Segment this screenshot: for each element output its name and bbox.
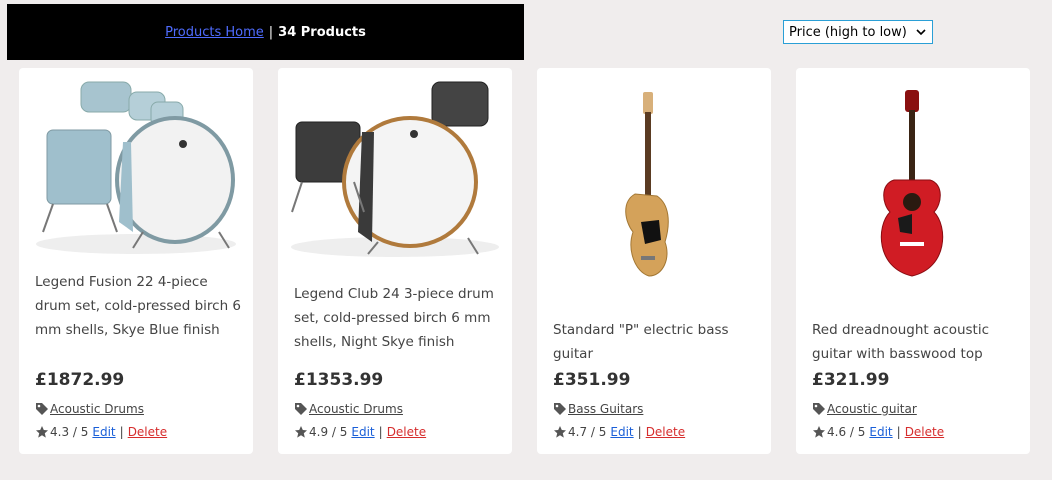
product-price: £1353.99 <box>294 370 384 390</box>
product-image-drum-kit-black[interactable] <box>282 72 508 264</box>
category-link[interactable]: Acoustic Drums <box>309 402 403 416</box>
star-icon <box>813 426 825 438</box>
product-rating-row: 4.6 / 5 Edit | Delete <box>812 425 944 439</box>
product-count: 34 Products <box>278 24 366 40</box>
product-rating-row: 4.3 / 5 Edit | Delete <box>35 425 167 439</box>
tag-icon <box>554 403 566 415</box>
product-category: Bass Guitars <box>553 402 643 416</box>
action-separator: | <box>119 425 124 439</box>
action-separator: | <box>896 425 901 439</box>
breadcrumb-separator: | <box>268 24 274 40</box>
category-link[interactable]: Acoustic Drums <box>50 402 144 416</box>
product-category: Acoustic Drums <box>35 402 144 416</box>
product-image-drum-kit-blue[interactable] <box>23 72 249 262</box>
rating-value: 4.7 / 5 <box>568 425 607 439</box>
delete-link[interactable]: Delete <box>387 425 426 439</box>
tag-icon <box>813 403 825 415</box>
product-category: Acoustic guitar <box>812 402 917 416</box>
product-price: £321.99 <box>812 370 890 390</box>
delete-link[interactable]: Delete <box>128 425 167 439</box>
products-home-link[interactable]: Products Home <box>165 25 264 40</box>
product-title[interactable]: Standard "P" electric bass guitar <box>553 318 759 366</box>
edit-link[interactable]: Edit <box>92 425 115 439</box>
chevron-down-icon <box>916 29 926 36</box>
product-rating-row: 4.9 / 5 Edit | Delete <box>294 425 426 439</box>
action-separator: | <box>637 425 642 439</box>
star-icon <box>295 426 307 438</box>
tag-icon <box>36 403 48 415</box>
product-price: £1872.99 <box>35 370 125 390</box>
sort-select[interactable]: Price (high to low) <box>783 20 933 44</box>
product-image-acoustic-guitar-red[interactable] <box>800 72 1026 292</box>
top-bar: Products Home | 34 Products <box>7 4 524 60</box>
product-image-bass-guitar[interactable] <box>541 72 767 292</box>
edit-link[interactable]: Edit <box>351 425 374 439</box>
product-category: Acoustic Drums <box>294 402 403 416</box>
category-link[interactable]: Bass Guitars <box>568 402 643 416</box>
rating-value: 4.3 / 5 <box>50 425 89 439</box>
star-icon <box>554 426 566 438</box>
star-icon <box>36 426 48 438</box>
tag-icon <box>295 403 307 415</box>
edit-link[interactable]: Edit <box>869 425 892 439</box>
rating-value: 4.9 / 5 <box>309 425 348 439</box>
delete-link[interactable]: Delete <box>905 425 944 439</box>
product-title[interactable]: Legend Fusion 22 4-piece drum set, cold-… <box>35 270 241 342</box>
product-card: Legend Fusion 22 4-piece drum set, cold-… <box>19 68 253 454</box>
product-card: Red dreadnought acoustic guitar with bas… <box>796 68 1030 454</box>
delete-link[interactable]: Delete <box>646 425 685 439</box>
product-card: Standard "P" electric bass guitar £351.9… <box>537 68 771 454</box>
product-card: Legend Club 24 3-piece drum set, cold-pr… <box>278 68 512 454</box>
action-separator: | <box>378 425 383 439</box>
product-title[interactable]: Red dreadnought acoustic guitar with bas… <box>812 318 1018 366</box>
product-price: £351.99 <box>553 370 631 390</box>
edit-link[interactable]: Edit <box>610 425 633 439</box>
sort-selected-value: Price (high to low) <box>789 24 907 40</box>
rating-value: 4.6 / 5 <box>827 425 866 439</box>
category-link[interactable]: Acoustic guitar <box>827 402 917 416</box>
product-rating-row: 4.7 / 5 Edit | Delete <box>553 425 685 439</box>
product-title[interactable]: Legend Club 24 3-piece drum set, cold-pr… <box>294 282 500 354</box>
